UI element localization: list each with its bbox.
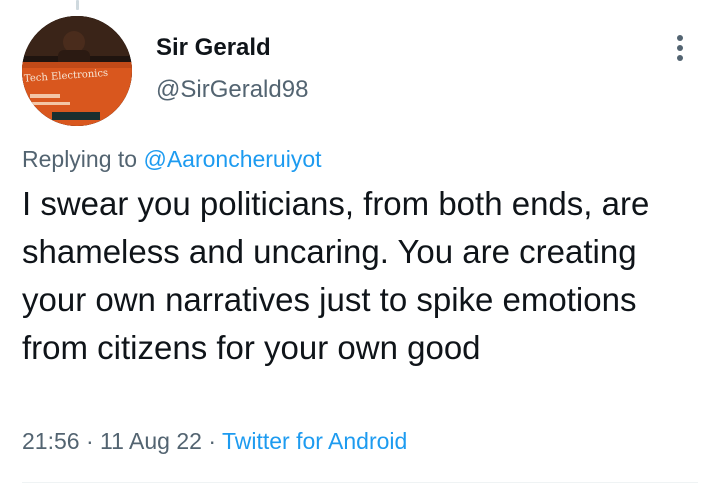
tweet-text: I swear you politicians, from both ends,… — [22, 185, 650, 366]
replying-to-prefix: Replying to — [22, 146, 138, 172]
tweet-source-link[interactable]: Twitter for Android — [222, 428, 407, 454]
avatar-image: Tech Electronics — [22, 16, 132, 126]
meta-separator: · — [85, 428, 94, 454]
replying-to-line: Replying to @Aaroncheruiyot — [22, 146, 322, 173]
avatar[interactable]: Tech Electronics — [22, 16, 132, 126]
author-handle[interactable]: @SirGerald98 — [156, 76, 308, 104]
author-display-name[interactable]: Sir Gerald — [156, 34, 271, 62]
more-dot — [677, 45, 683, 51]
more-dot — [677, 35, 683, 41]
tweet-metadata: 21:56 · 11 Aug 22 · Twitter for Android — [22, 428, 407, 455]
reply-mention-link[interactable]: @Aaroncheruiyot — [143, 146, 321, 172]
thread-connector-line — [76, 0, 79, 10]
meta-separator: · — [208, 428, 216, 454]
divider — [22, 482, 698, 483]
more-dot — [677, 55, 683, 61]
more-vertical-icon[interactable] — [668, 33, 692, 63]
tweet-date[interactable]: 11 Aug 22 — [100, 428, 202, 454]
tweet-time[interactable]: 21:56 — [22, 428, 80, 454]
